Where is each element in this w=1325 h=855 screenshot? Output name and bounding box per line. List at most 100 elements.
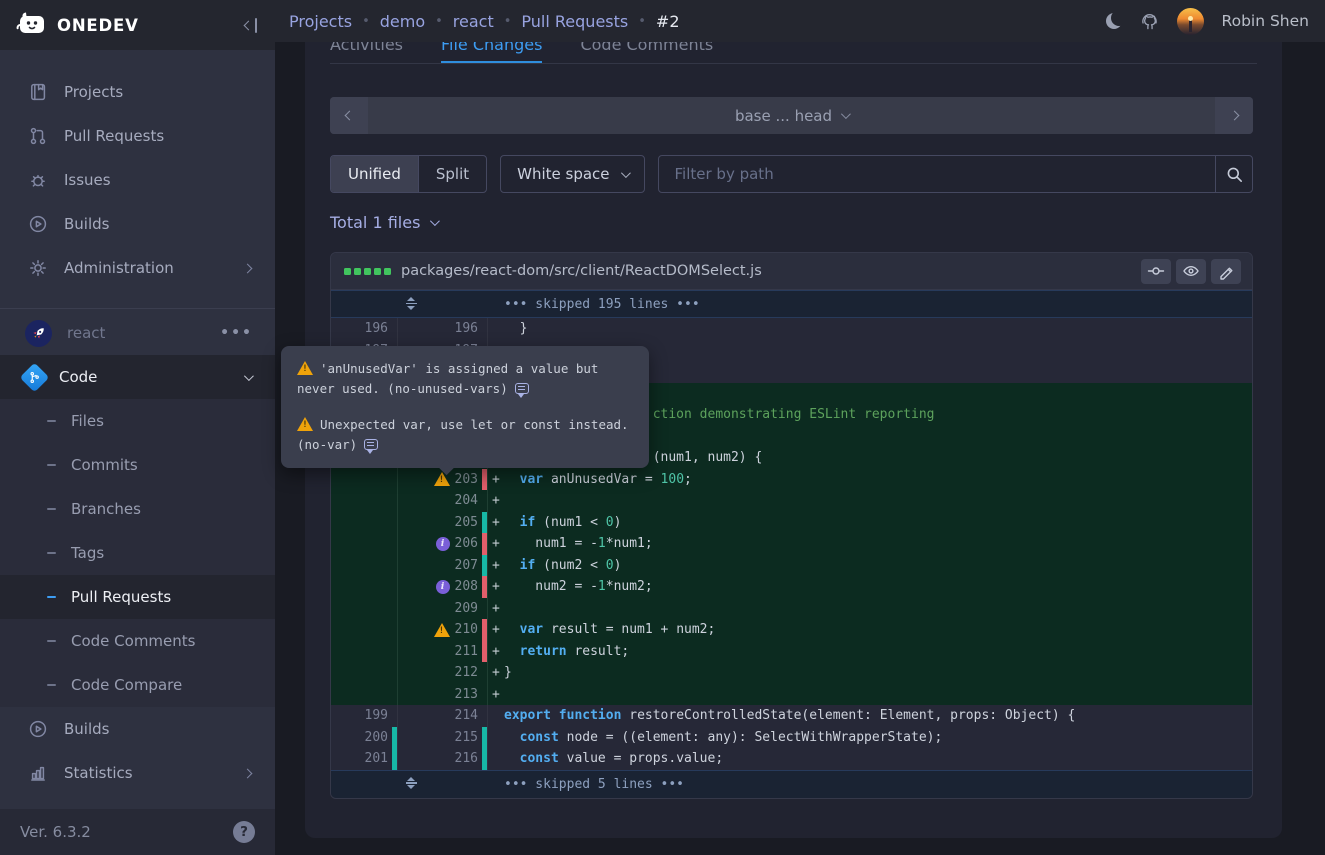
- dash-icon: [47, 508, 56, 511]
- edit-file-button[interactable]: [1211, 259, 1241, 284]
- coverage-bar: [482, 533, 487, 555]
- breadcrumb-demo[interactable]: demo: [380, 12, 425, 31]
- diff-line[interactable]: 205+ if (num1 < 0): [331, 512, 1252, 534]
- diff-line[interactable]: 201216 const value = props.value;: [331, 748, 1252, 770]
- diff-line[interactable]: 209+: [331, 598, 1252, 620]
- unified-mode-button[interactable]: Unified: [331, 156, 418, 192]
- code-token: [504, 558, 520, 573]
- info-icon[interactable]: i: [436, 580, 450, 594]
- coverage-bar: [392, 748, 397, 770]
- expand-lines-icon[interactable]: [404, 777, 418, 790]
- code-token: result = num1 + num2;: [543, 622, 715, 637]
- old-line-gutter: [331, 512, 398, 534]
- previous-change-button[interactable]: [330, 97, 368, 134]
- sidebar-item-code[interactable]: Code: [0, 355, 275, 399]
- github-link[interactable]: [1140, 12, 1159, 31]
- view-file-button[interactable]: [1176, 259, 1206, 284]
- view-commit-button[interactable]: [1141, 259, 1171, 284]
- sidebar: ONEDEV Projects Pull Requests: [0, 0, 275, 855]
- sidebar-item-projects[interactable]: Projects: [0, 70, 275, 114]
- dark-mode-toggle-moon-icon[interactable]: [1106, 13, 1122, 29]
- sidebar-item-tags[interactable]: Tags: [0, 531, 275, 575]
- code-line: var result = num1 + num2;: [504, 619, 1252, 641]
- diff-line[interactable]: 200215 const node = ((element: any): Sel…: [331, 727, 1252, 749]
- sidebar-item-pull-requests-sub[interactable]: Pull Requests: [0, 575, 275, 619]
- user-avatar[interactable]: [1177, 8, 1204, 35]
- sidebar-item-code-compare[interactable]: Code Compare: [0, 663, 275, 707]
- code-token: }: [504, 665, 512, 680]
- code-line: num1 = -1*num1;: [504, 533, 1252, 555]
- sidebar-item-builds[interactable]: Builds: [0, 202, 275, 246]
- diff-line[interactable]: 212+}: [331, 662, 1252, 684]
- whitespace-dropdown[interactable]: White space: [500, 155, 644, 193]
- sidebar-item-code-comments[interactable]: Code Comments: [0, 619, 275, 663]
- breadcrumb-react[interactable]: react: [453, 12, 494, 31]
- sidebar-collapse-button[interactable]: [245, 18, 258, 33]
- sidebar-item-issues[interactable]: Issues: [0, 158, 275, 202]
- diff-line[interactable]: i206+ num1 = -1*num1;: [331, 533, 1252, 555]
- sidebar-item-commits[interactable]: Commits: [0, 443, 275, 487]
- diff-line[interactable]: i208+ num2 = -1*num2;: [331, 576, 1252, 598]
- sidebar-item-statistics[interactable]: Statistics: [0, 751, 275, 795]
- code-token: [504, 730, 520, 745]
- sidebar-item-branches[interactable]: Branches: [0, 487, 275, 531]
- project-name: react: [67, 324, 105, 342]
- warning-icon: [297, 417, 313, 431]
- new-line-gutter: i208: [398, 576, 488, 598]
- help-button[interactable]: ?: [233, 821, 255, 843]
- warning-icon[interactable]: [434, 623, 450, 637]
- breadcrumb-projects[interactable]: Projects: [289, 12, 352, 31]
- code-token: ): [614, 558, 622, 573]
- add-comment-icon[interactable]: [364, 439, 378, 450]
- old-line-gutter: [331, 662, 398, 684]
- diff-expander-row[interactable]: ••• skipped 5 lines •••: [331, 770, 1252, 798]
- sidebar-item-label: Branches: [71, 500, 141, 518]
- bar-chart-icon: [27, 763, 48, 784]
- revision-range-dropdown[interactable]: base ... head: [368, 97, 1215, 134]
- sidebar-item-files[interactable]: Files: [0, 399, 275, 443]
- next-change-button[interactable]: [1215, 97, 1253, 134]
- project-more-menu[interactable]: •••: [220, 325, 253, 341]
- new-line-gutter: 215: [398, 727, 488, 749]
- diff-sign: +: [488, 576, 504, 598]
- sidebar-item-project-builds[interactable]: Builds: [0, 707, 275, 751]
- info-icon[interactable]: i: [436, 537, 450, 551]
- old-line-number: 201: [365, 748, 388, 770]
- diff-line[interactable]: 199214export function restoreControlledS…: [331, 705, 1252, 727]
- triangle-up: [407, 297, 415, 301]
- coverage-bar: [482, 641, 487, 663]
- path-filter-search-button[interactable]: [1215, 156, 1252, 192]
- total-files-dropdown[interactable]: Total 1 files: [330, 213, 437, 232]
- diff-line[interactable]: 204+: [331, 490, 1252, 512]
- username[interactable]: Robin Shen: [1222, 12, 1309, 30]
- sidebar-item-label: Code Compare: [71, 676, 182, 694]
- diff-line[interactable]: 196196 }: [331, 318, 1252, 340]
- old-line-gutter: [331, 641, 398, 663]
- old-line-gutter: [331, 576, 398, 598]
- add-comment-icon[interactable]: [515, 383, 529, 394]
- split-mode-button[interactable]: Split: [418, 156, 486, 192]
- sidebar-project-react[interactable]: react •••: [0, 311, 275, 355]
- diff-expander-row[interactable]: ••• skipped 195 lines •••: [331, 290, 1252, 318]
- sidebar-item-administration[interactable]: Administration: [0, 246, 275, 290]
- breadcrumb-separator: •: [638, 14, 646, 29]
- brand-name: ONEDEV: [57, 16, 139, 35]
- new-line-gutter: 207: [398, 555, 488, 577]
- breadcrumb-pull-requests[interactable]: Pull Requests: [521, 12, 628, 31]
- expand-lines-icon[interactable]: [404, 297, 418, 310]
- diffstat-added-block: [384, 268, 391, 275]
- diff-line[interactable]: 210+ var result = num1 + num2;: [331, 619, 1252, 641]
- coverage-bar: [392, 727, 397, 749]
- path-filter-input[interactable]: [659, 156, 1215, 192]
- sidebar-item-label: Commits: [71, 456, 138, 474]
- sidebar-item-pull-requests[interactable]: Pull Requests: [0, 114, 275, 158]
- diff-line[interactable]: 203+ var anUnusedVar = 100;: [331, 469, 1252, 491]
- code-token: var: [520, 472, 543, 487]
- diff-line[interactable]: 211+ return result;: [331, 641, 1252, 663]
- chevron-right-icon: [243, 263, 253, 273]
- diff-line[interactable]: 207+ if (num2 < 0): [331, 555, 1252, 577]
- revision-range-label: base ... head: [735, 107, 832, 125]
- collapse-bar-icon: [255, 18, 258, 33]
- diff-line[interactable]: 213+: [331, 684, 1252, 706]
- eslint-problem-text: 'anUnusedVar' is assigned a value but ne…: [297, 361, 598, 396]
